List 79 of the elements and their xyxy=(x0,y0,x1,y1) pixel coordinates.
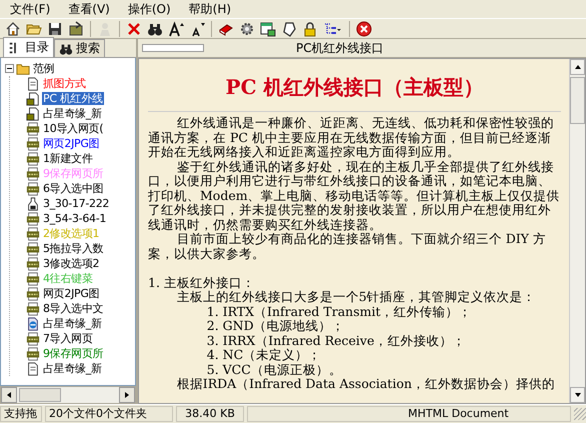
web-document-icon xyxy=(26,316,40,330)
list-item: 1. IRTX（Infrared Transmit，红外传输）； xyxy=(206,304,473,319)
image-document-icon xyxy=(26,92,40,106)
menu-item[interactable]: 操作(O) xyxy=(126,0,173,18)
tree-item[interactable]: 8导入选中文 xyxy=(42,302,104,315)
tree-item[interactable]: 5拖拉导入数 xyxy=(42,242,104,255)
tab[interactable]: 搜索 xyxy=(54,39,105,57)
binoculars-icon xyxy=(59,42,73,56)
paragraph: 主板上的红外线接口大多是一个5针插座，其管脚定义依次是： xyxy=(176,290,537,304)
status-text: 支持拖 xyxy=(0,406,42,422)
tree-item[interactable]: 范例 xyxy=(32,62,56,75)
tree-item[interactable]: 网页2JPG图 xyxy=(42,137,100,150)
tree-item[interactable]: 3修改选项2 xyxy=(42,257,100,270)
tree-item[interactable]: 6导入选中图 xyxy=(42,182,104,195)
location-field[interactable] xyxy=(142,44,204,52)
paragraph: 红外线通讯是一种廉价、近距离、无连线、低功耗和保密性较强的通讯方案，在 PC 机中主要应用在无线数据传输方面，但目前已经逐渐开始在无线网络接入和近距离遥控家电方面得到应用。 xyxy=(148,116,555,160)
scroll-thumb[interactable] xyxy=(19,388,61,402)
jpg-file-icon xyxy=(26,226,40,240)
jpg-file-icon xyxy=(26,332,40,346)
tree-item[interactable]: 网页2JPG图 xyxy=(42,287,100,300)
jpg-file-icon xyxy=(26,242,40,256)
jpg-file-icon xyxy=(26,212,40,226)
tree-item[interactable]: 占星奇缘_新 xyxy=(42,317,103,330)
list-item: 2. GND（电源地线）； xyxy=(206,319,346,334)
tree-item[interactable]: 7导入网页 xyxy=(42,332,94,345)
list-item: 3. IRRX（Infrared Receive，红外接收）； xyxy=(206,334,466,348)
status-text: MHTML Document xyxy=(247,406,571,422)
tree-item[interactable]: 抓图方式 xyxy=(42,77,87,90)
scroll-left-icon[interactable] xyxy=(1,387,17,403)
tree-item[interactable]: 占星奇缘_新 xyxy=(42,362,103,375)
menu-item[interactable]: 帮助(H) xyxy=(186,0,234,18)
jpg-file-icon xyxy=(26,136,40,150)
tree-item[interactable]: 3_30-17-222 xyxy=(42,197,110,210)
window-icon[interactable] xyxy=(259,20,277,38)
document-icon xyxy=(26,76,40,90)
jpg-file-icon xyxy=(26,182,40,196)
folder-arrow-icon[interactable] xyxy=(67,20,85,38)
house-icon[interactable] xyxy=(4,20,22,38)
image-document-icon xyxy=(26,106,40,120)
tree-item[interactable]: PC 机红外线 xyxy=(42,92,104,105)
menu-item[interactable]: 查看(V) xyxy=(66,0,112,18)
paragraph: 目前市面上较少有商品化的连接器销售。下面就介绍三个 DIY 方案，以供大家参考。 xyxy=(148,232,547,261)
menu-item[interactable]: 文件(F) xyxy=(8,0,52,18)
paragraph: 根据IRDA（Infrared Data Association，红外数据协会）择供的 xyxy=(176,377,556,392)
document-title-bar-text: PC机红外线接口 xyxy=(296,40,384,56)
bottle-icon xyxy=(26,196,40,210)
scroll-up-icon[interactable] xyxy=(570,59,585,75)
vertical-scrollbar[interactable] xyxy=(569,59,585,403)
tree-item[interactable]: 1新建文件 xyxy=(42,152,94,165)
document-icon xyxy=(26,362,40,376)
jpg-file-icon xyxy=(26,346,40,360)
jpg-file-icon xyxy=(26,166,40,180)
status-text: 20个文件0个文件夹 xyxy=(45,406,173,422)
tree-item[interactable]: 10导入网页( xyxy=(42,122,104,135)
jpg-file-icon xyxy=(26,122,40,136)
jpg-file-icon xyxy=(26,272,40,286)
scroll-thumb[interactable] xyxy=(570,77,585,124)
font-larger-icon[interactable] xyxy=(167,20,185,38)
status-text: 38.40 KB xyxy=(176,406,244,422)
jpg-file-icon xyxy=(26,286,40,300)
document-heading: PC 机红外线接口（主板型） xyxy=(224,74,484,101)
jpg-file-icon xyxy=(26,152,40,166)
folder-icon xyxy=(16,62,30,76)
collapse-toggle[interactable] xyxy=(5,64,14,73)
tree-item[interactable]: 占星奇缘_新 xyxy=(42,107,103,120)
horizontal-scrollbar[interactable] xyxy=(0,386,136,404)
jpg-file-icon xyxy=(26,302,40,316)
close-icon[interactable] xyxy=(355,20,373,38)
scroll-down-icon[interactable] xyxy=(570,387,585,403)
list-item: 5. VCC（电源正极）。 xyxy=(206,362,343,377)
tree-item[interactable]: 3_54-3-64-1 xyxy=(42,212,108,225)
tree-item[interactable]: 9保存网页所 xyxy=(42,347,104,360)
list-item: 4. NC（未定义）； xyxy=(206,348,322,362)
jpg-file-icon xyxy=(26,256,40,270)
resize-grip-icon xyxy=(574,408,586,420)
paragraph: 鉴于红外线通讯的诸多好处，现在的主板几乎全部提供了红外线接口，以便用户利用它进行与带红外线接口的设备通讯，如笔记本电脑、打印机、Modem、掌上电脑、移动电话等等。但计算机主板上仅仅提供了红外线接口，并未提供完整的发射接收装置，所以用户在想使用红外线通讯时，仍然需要购买红外线连接器。 xyxy=(148,160,561,232)
section-heading: 1. 主板红外接口： xyxy=(148,276,256,290)
tab[interactable]: 目录 xyxy=(3,37,54,57)
scroll-right-icon[interactable] xyxy=(119,387,135,403)
